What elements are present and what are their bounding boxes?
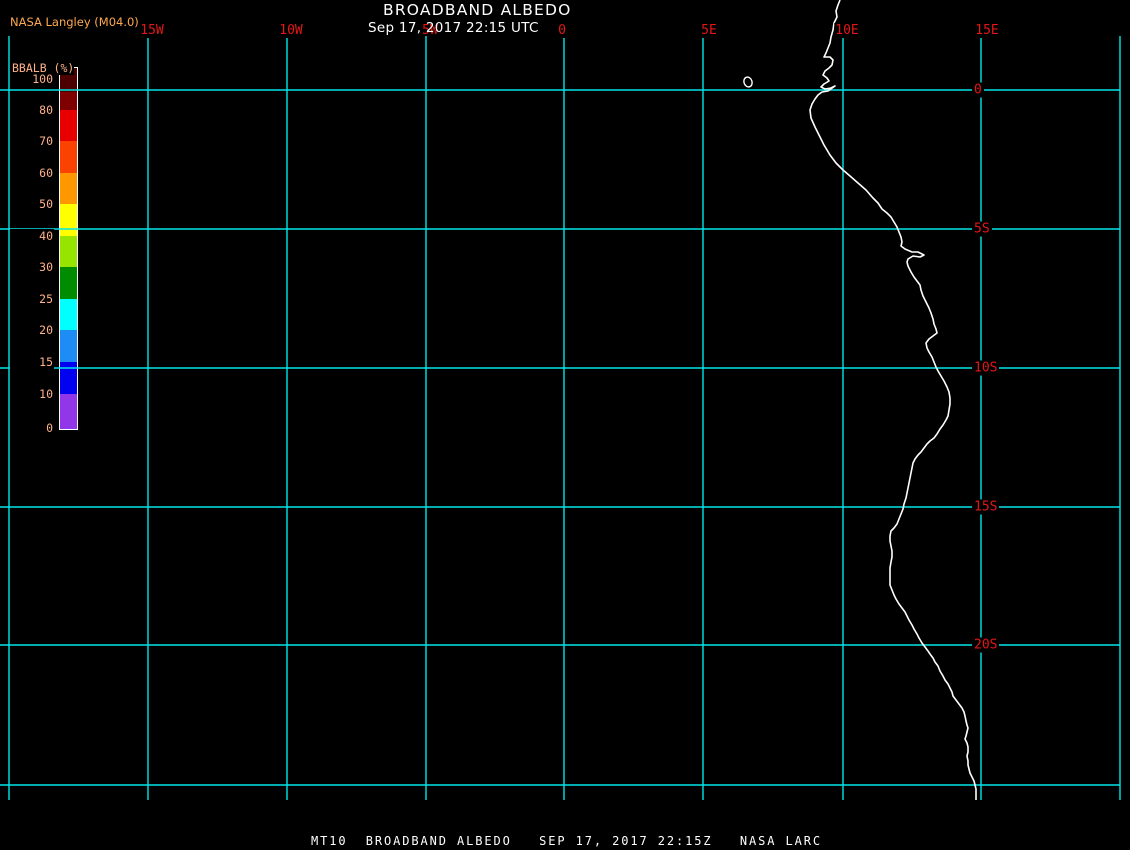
longitude-label: 15E xyxy=(974,23,1000,38)
colorbar-tick-label: 20 xyxy=(10,323,54,337)
page-title: BROADBAND ALBEDO xyxy=(383,1,572,19)
colorbar-tick-label: 60 xyxy=(10,166,54,180)
colorbar-tick-label: 25 xyxy=(10,292,54,306)
latitude-label: 15S xyxy=(972,499,1000,515)
colorbar-tick-label: 30 xyxy=(10,260,54,274)
colorbar-tick-label: 50 xyxy=(10,197,54,211)
longitude-label: 0 xyxy=(557,23,567,38)
latitude-label: 10S xyxy=(972,360,1000,376)
longitude-label: 15W xyxy=(139,23,165,38)
colorbar-tick-label: 80 xyxy=(10,103,54,117)
albedo-map-screen: BBALB (%) 100 80 70 60 50 40 30 25 20 15 10 0 15W 10… xyxy=(0,0,1130,850)
brand-label: NASA Langley (M04.0) xyxy=(10,15,139,29)
colorbar-tick-label: 100 xyxy=(10,72,54,86)
longitude-label: 10W xyxy=(278,23,304,38)
longitude-label: 10E xyxy=(834,23,860,38)
map-svg xyxy=(0,0,1121,800)
colorbar-tick-label: 70 xyxy=(10,134,54,148)
timestamp-subtitle: Sep 17, 2017 22:15 UTC xyxy=(368,20,539,36)
colorbar-tick-label: 15 xyxy=(10,355,54,369)
island-outline xyxy=(743,76,753,88)
colorbar-tick-label: 40 xyxy=(10,229,54,243)
colorbar-tick-label: 0 xyxy=(10,421,54,435)
longitude-label: 5E xyxy=(700,23,718,38)
footer-caption: MT10 BROADBAND ALBEDO SEP 17, 2017 22:15… xyxy=(311,834,822,848)
latitude-label: 5S xyxy=(972,221,992,237)
africa-coastline xyxy=(809,0,977,800)
latitude-label: 20S xyxy=(972,637,1000,653)
latitude-label: 0 xyxy=(972,82,984,98)
colorbar-tick-label: 10 xyxy=(10,387,54,401)
